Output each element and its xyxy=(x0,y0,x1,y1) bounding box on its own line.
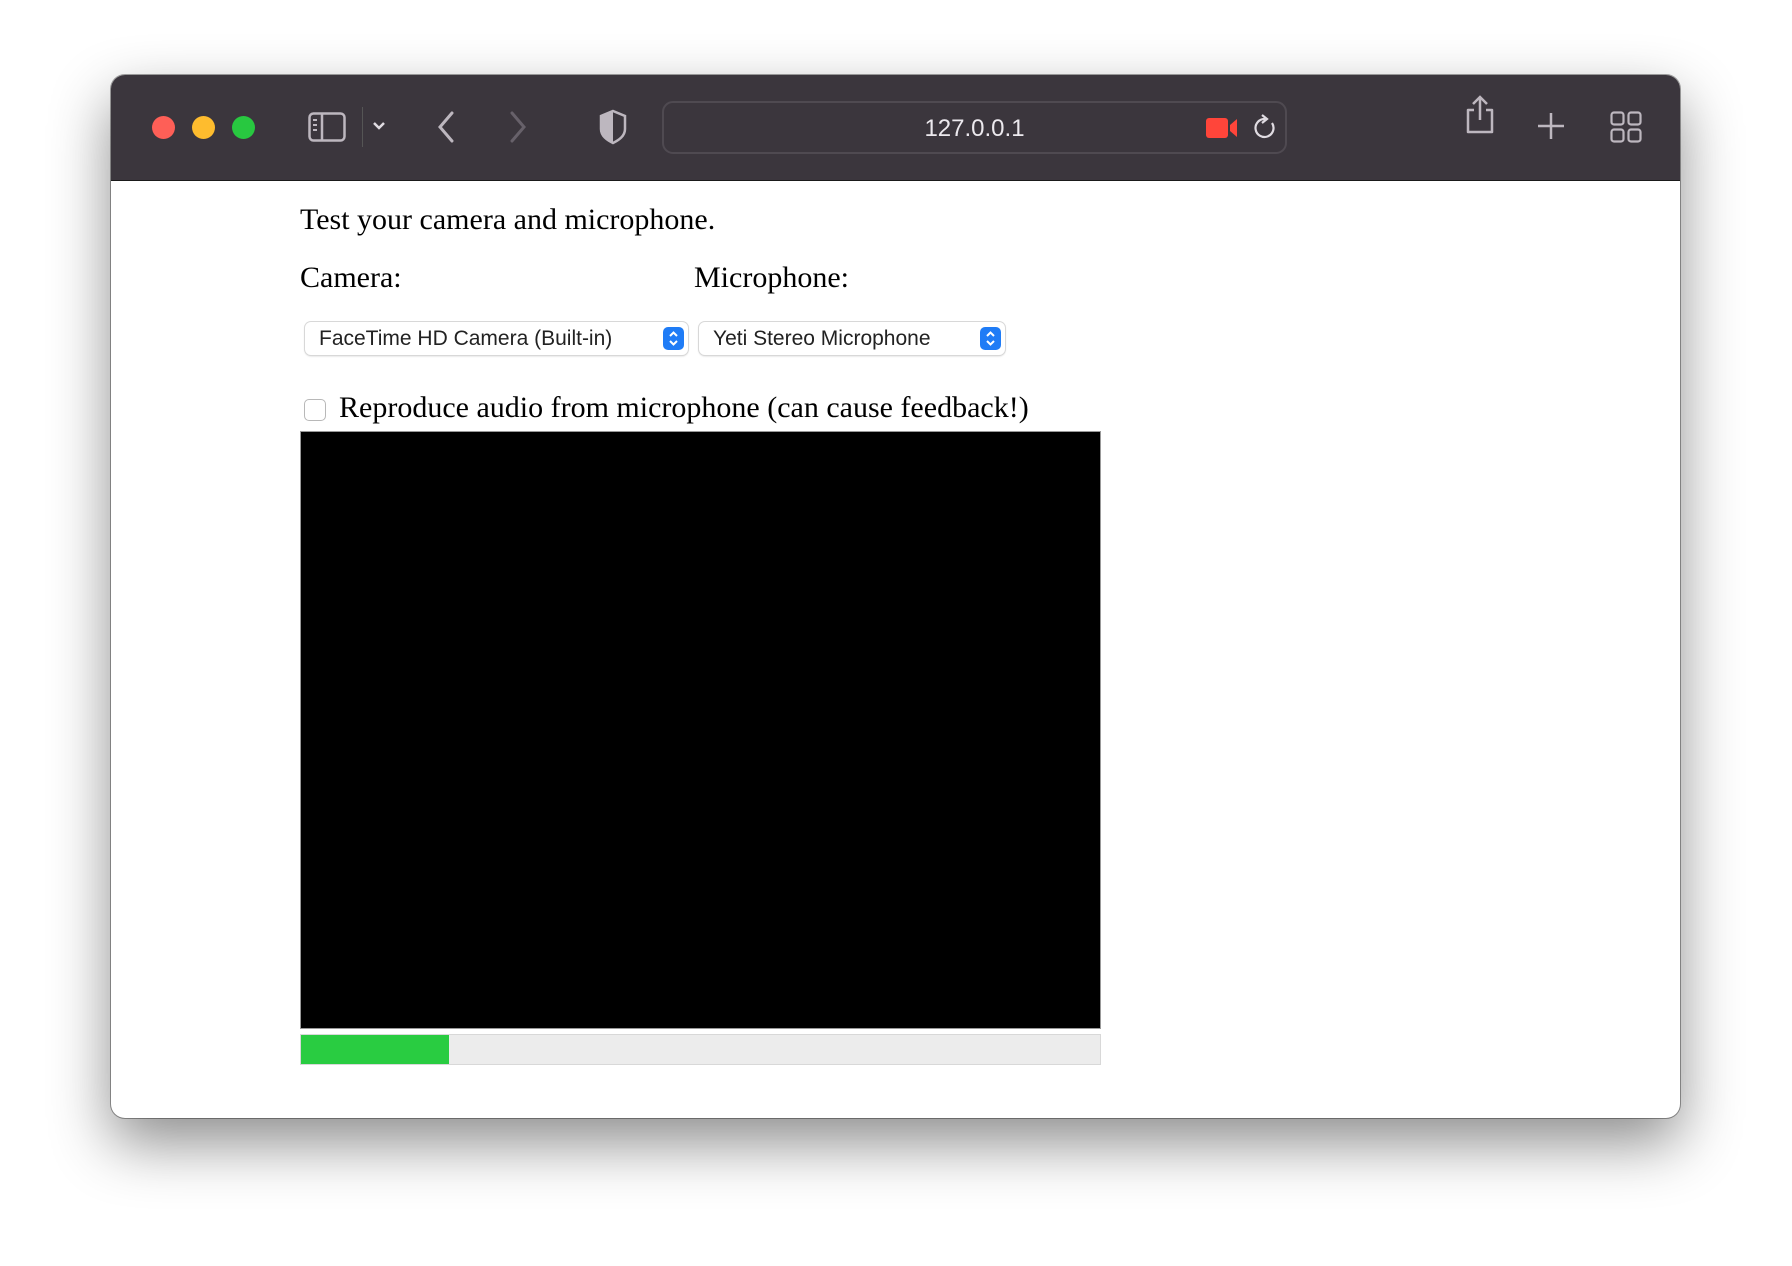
microphone-select[interactable]: Yeti Stereo Microphone xyxy=(699,322,1005,355)
camera-select[interactable]: FaceTime HD Camera (Built-in) xyxy=(305,322,688,355)
camera-recording-icon[interactable] xyxy=(1206,117,1238,139)
reproduce-audio-label[interactable]: Reproduce audio from microphone (can cau… xyxy=(339,391,1029,425)
maximize-window-button[interactable] xyxy=(232,116,255,139)
close-window-button[interactable] xyxy=(152,116,175,139)
camera-select-value: FaceTime HD Camera (Built-in) xyxy=(319,327,613,350)
url-text: 127.0.0.1 xyxy=(924,115,1025,142)
forward-icon[interactable] xyxy=(508,111,528,143)
browser-window: 127.0.0.1 Test your camera and microphon… xyxy=(111,75,1680,1118)
select-stepper-icon xyxy=(663,327,684,350)
back-icon[interactable] xyxy=(436,111,456,143)
minimize-window-button[interactable] xyxy=(192,116,215,139)
page-content: Test your camera and microphone. Camera:… xyxy=(111,181,1680,1118)
camera-preview-video xyxy=(300,431,1101,1029)
new-tab-icon[interactable] xyxy=(1537,112,1565,140)
select-stepper-icon xyxy=(980,327,1001,350)
microphone-label: Microphone: xyxy=(694,261,849,294)
audio-level-fill xyxy=(301,1035,449,1064)
tab-overview-icon[interactable] xyxy=(1610,111,1642,143)
browser-toolbar: 127.0.0.1 xyxy=(111,75,1680,181)
privacy-shield-icon[interactable] xyxy=(599,109,627,145)
toolbar-divider xyxy=(362,107,363,147)
share-icon[interactable] xyxy=(1464,95,1496,135)
microphone-select-value: Yeti Stereo Microphone xyxy=(713,327,931,350)
page-heading: Test your camera and microphone. xyxy=(300,203,716,236)
address-bar[interactable]: 127.0.0.1 xyxy=(662,101,1287,154)
sidebar-icon[interactable] xyxy=(308,112,346,142)
camera-label: Camera: xyxy=(300,261,402,294)
chevron-down-icon[interactable] xyxy=(372,121,386,131)
audio-level-meter xyxy=(300,1034,1101,1065)
reproduce-audio-checkbox[interactable] xyxy=(304,399,326,421)
reload-icon[interactable] xyxy=(1252,114,1278,142)
